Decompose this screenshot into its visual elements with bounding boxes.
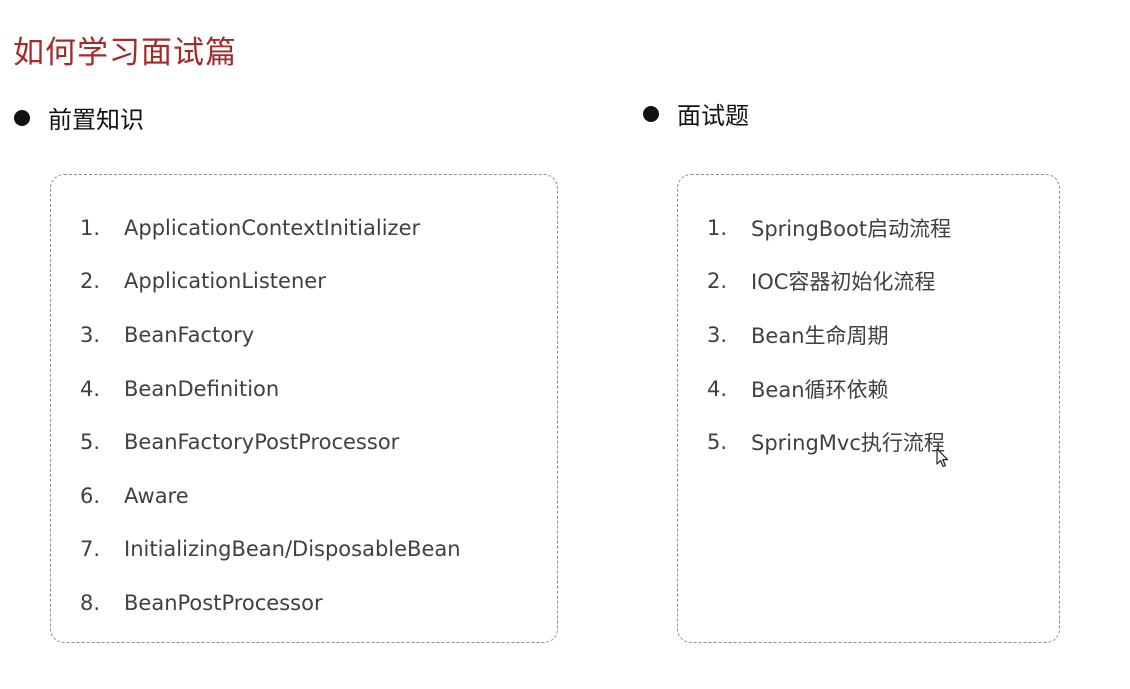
list-item: 5. SpringMvc执行流程 [707,415,951,469]
item-text: Bean循环依赖 [751,377,889,402]
item-text: ApplicationContextInitializer [124,215,421,240]
list-item: 1. ApplicationContextInitializer [80,201,461,255]
list-item: 5. BeanFactoryPostProcessor [80,415,461,469]
interview-questions-list: 1. SpringBoot启动流程 2. IOC容器初始化流程 3. Bean生命周期… [707,201,951,469]
interview-questions-box: 1. SpringBoot启动流程 2. IOC容器初始化流程 3. Bean生命周期… [677,174,1060,643]
item-text: BeanFactoryPostProcessor [124,430,400,455]
list-item: 7. InitializingBean/DisposableBean [80,523,461,577]
item-text: InitializingBean/DisposableBean [124,537,461,562]
bullet-icon [14,109,30,126]
item-number: 2. [707,269,728,294]
item-number: 3. [80,322,101,347]
page-title: 如何学习面试篇 [13,35,237,71]
item-number: 8. [80,590,101,615]
list-item: 6. Aware [80,469,461,523]
item-number: 3. [707,322,728,347]
item-number: 5. [707,430,728,455]
item-number: 2. [80,269,101,294]
list-item: 4. BeanDefinition [80,362,461,416]
mouse-pointer-icon [936,448,949,468]
list-item: 3. Bean生命周期 [707,308,951,362]
prerequisites-list: 1. ApplicationContextInitializer 2. Applic… [80,201,461,630]
item-number: 7. [80,537,101,562]
item-text: IOC容器初始化流程 [751,270,936,295]
item-text: BeanPostProcessor [124,590,323,615]
section-heading-prerequisites: 前置知识 [14,100,144,135]
list-item: 1. SpringBoot启动流程 [707,201,951,255]
item-text: Bean生命周期 [751,323,889,348]
item-number: 1. [707,215,728,240]
list-item: 8. BeanPostProcessor [80,576,461,630]
item-number: 6. [80,483,101,508]
item-text: BeanDefinition [124,376,280,401]
item-text: BeanFactory [124,322,255,347]
list-item: 4. Bean循环依赖 [707,362,951,416]
item-number: 1. [80,215,101,240]
section-heading-interview-questions: 面试题 [643,96,749,131]
item-text: SpringMvc执行流程 [751,431,945,456]
item-text: Aware [124,483,189,508]
list-item: 2. ApplicationListener [80,255,461,309]
section-heading-label: 前置知识 [48,106,144,134]
item-number: 4. [80,376,101,401]
item-text: SpringBoot启动流程 [751,216,952,241]
list-item: 2. IOC容器初始化流程 [707,255,951,309]
item-number: 5. [80,430,101,455]
item-text: ApplicationListener [124,269,326,294]
prerequisites-box: 1. ApplicationContextInitializer 2. Applic… [50,174,558,643]
item-number: 4. [707,376,728,401]
bullet-icon [643,105,659,122]
section-heading-label: 面试题 [677,102,749,130]
list-item: 3. BeanFactory [80,308,461,362]
